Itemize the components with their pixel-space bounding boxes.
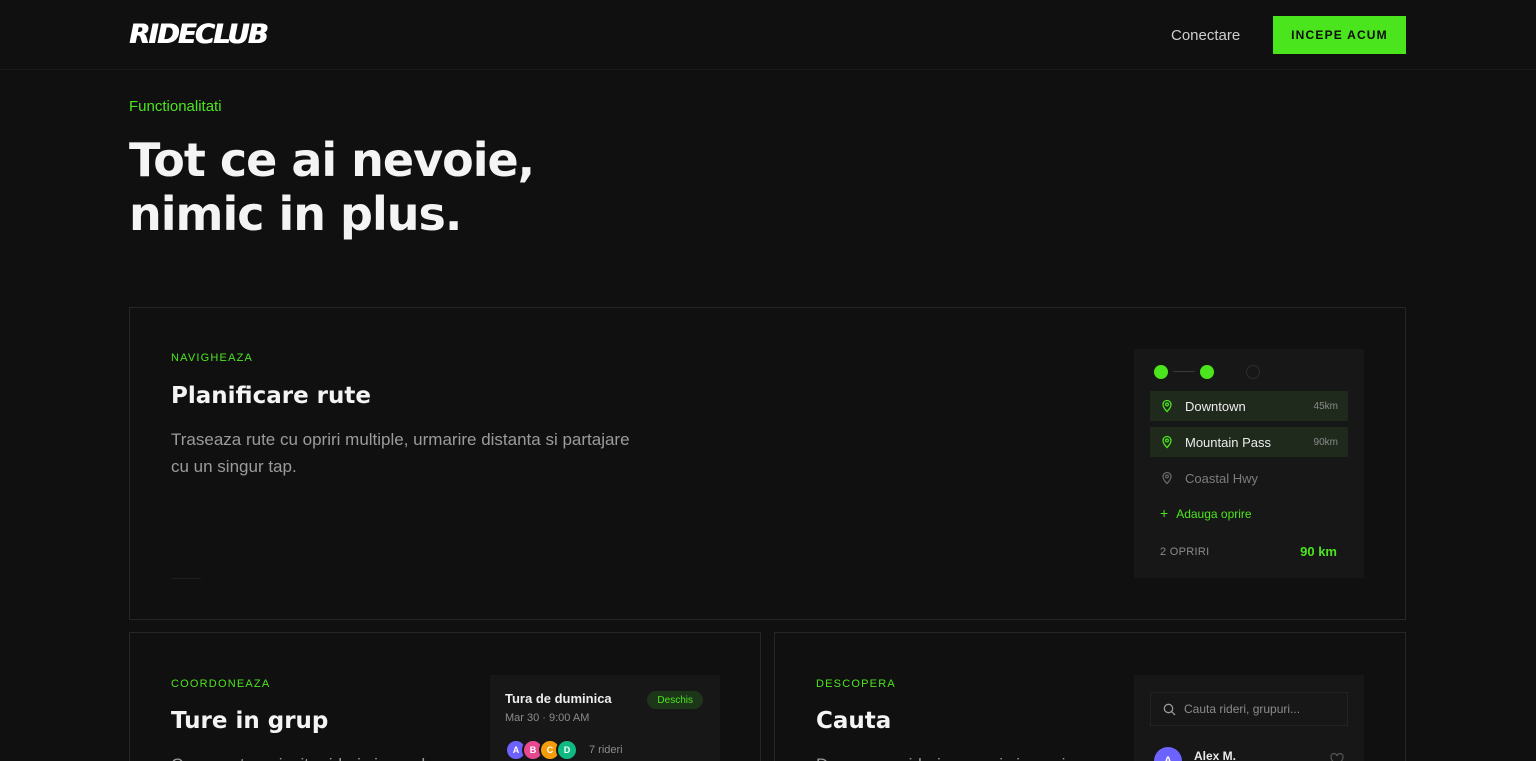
- stop-name: Coastal Hwy: [1185, 470, 1258, 486]
- route-planner-widget: Downtown 45km Mountain Pass 90km Coastal…: [1134, 349, 1364, 578]
- riders-count: 7 rideri: [589, 744, 623, 756]
- step-connector: [1173, 371, 1195, 372]
- feature-title: Cauta: [816, 708, 892, 734]
- user-name: Alex M.: [1194, 749, 1237, 761]
- feature-title: Planificare rute: [171, 383, 371, 409]
- divider: [171, 578, 201, 579]
- add-stop-button[interactable]: + Adauga oprire: [1160, 505, 1252, 522]
- step-dot-3: [1246, 365, 1260, 379]
- step-dot-1: [1154, 365, 1168, 379]
- login-link[interactable]: Conectare: [1171, 26, 1240, 46]
- section-title-line-1: Tot ce ai nevoie,: [129, 133, 535, 187]
- search-widget: A Alex M.: [1134, 675, 1364, 761]
- search-input[interactable]: [1184, 702, 1339, 716]
- route-stop[interactable]: Mountain Pass 90km: [1150, 427, 1348, 457]
- heart-icon[interactable]: [1330, 753, 1344, 761]
- feature-card-group: COORDONEAZA Ture in grup Creeaza ture, i…: [129, 632, 761, 761]
- search-result-item[interactable]: A Alex M.: [1154, 745, 1344, 761]
- feature-description: Traseaza rute cu opriri multiple, urmari…: [171, 430, 630, 476]
- top-nav: RIDECLUB Conectare INCEPE ACUM: [0, 0, 1536, 70]
- stop-distance: 45km: [1313, 400, 1338, 412]
- feature-description: Descopera rideri, grupuri si evenimente: [816, 751, 1096, 761]
- ride-date: Mar 30 · 9:00 AM: [505, 712, 590, 724]
- ride-name: Tura de duminica: [505, 691, 612, 706]
- step-dot-2: [1200, 365, 1214, 379]
- rider-avatars: A B C D: [505, 739, 578, 761]
- section-eyebrow: Functionalitati: [129, 98, 222, 115]
- stop-distance: 90km: [1313, 436, 1338, 448]
- feature-card-search: DESCOPERA Cauta Descopera rideri, grupur…: [774, 632, 1406, 761]
- plus-icon: +: [1160, 505, 1169, 521]
- location-pin-icon: [1162, 399, 1172, 413]
- route-stop[interactable]: Downtown 45km: [1150, 391, 1348, 421]
- logo[interactable]: RIDECLUB: [129, 18, 268, 52]
- location-pin-icon: [1162, 471, 1172, 485]
- stop-name: Downtown: [1185, 398, 1246, 414]
- stops-count: 2 OPRIRI: [1160, 546, 1210, 558]
- feature-title: Ture in grup: [171, 708, 329, 734]
- route-progress: [1154, 365, 1264, 379]
- stop-name: Mountain Pass: [1185, 434, 1271, 450]
- total-distance: 90 km: [1300, 544, 1337, 559]
- feature-tag: NAVIGHEAZA: [171, 352, 254, 364]
- route-stop[interactable]: Coastal Hwy: [1150, 463, 1348, 493]
- section-title-line-2: nimic in plus.: [129, 187, 462, 241]
- feature-tag: DESCOPERA: [816, 678, 896, 690]
- start-now-button[interactable]: INCEPE ACUM: [1273, 16, 1406, 54]
- feature-card-routes: NAVIGHEAZA Planificare rute Traseaza rut…: [129, 307, 1406, 620]
- location-pin-icon: [1162, 435, 1172, 449]
- status-badge: Deschis: [647, 691, 703, 709]
- search-field[interactable]: [1150, 692, 1348, 726]
- group-ride-widget[interactable]: Tura de duminica Deschis Mar 30 · 9:00 A…: [490, 675, 720, 761]
- avatar: A: [1154, 747, 1182, 761]
- avatar: D: [556, 739, 578, 761]
- feature-tag: COORDONEAZA: [171, 678, 271, 690]
- feature-description: Creeaza ture, invita rideri si coordonea…: [171, 751, 461, 761]
- section-title: Tot ce ai nevoie, nimic in plus.: [129, 133, 535, 241]
- add-stop-label: Adauga oprire: [1176, 507, 1252, 521]
- search-icon: [1163, 703, 1176, 715]
